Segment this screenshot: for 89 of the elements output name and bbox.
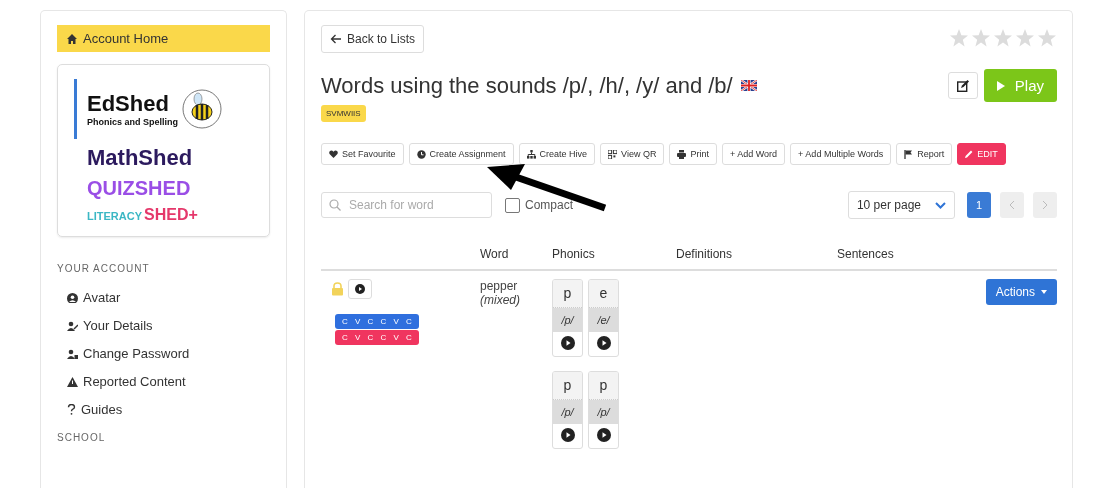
grapheme: p	[553, 372, 582, 400]
toolbar-icon	[608, 149, 618, 159]
logo-subtitle: Phonics and Spelling	[87, 117, 178, 127]
logo-title: EdShed	[87, 91, 170, 117]
menu-item-icon	[67, 376, 78, 387]
sidebar-item[interactable]: Reported Content	[57, 368, 196, 396]
star-icon	[993, 28, 1013, 48]
grapheme: e	[589, 280, 618, 308]
sidebar-item[interactable]: Your Details	[57, 312, 163, 340]
grapheme: p	[589, 372, 618, 400]
menu-item-icon	[67, 292, 78, 303]
toolbar-button[interactable]: + Add Multiple Words	[790, 143, 892, 165]
app-logo[interactable]: EdShed Phonics and Spelling	[74, 79, 253, 139]
column-header: Word	[480, 247, 552, 271]
compact-checkbox[interactable]	[505, 197, 520, 213]
list-code-badge: SVMWIIS	[321, 105, 366, 122]
search-field[interactable]: Search for word	[321, 192, 492, 218]
bee-icon	[182, 89, 222, 129]
toolbar-icon	[526, 149, 536, 159]
flag-icon	[740, 80, 757, 91]
logo-title: LITERACY	[87, 210, 142, 222]
star-icon	[971, 28, 991, 48]
phoneme: /p/	[553, 308, 582, 332]
search-icon	[329, 199, 341, 211]
chevron-icon	[1042, 200, 1048, 210]
chevron-icon	[1009, 200, 1015, 210]
toolbar-button[interactable]: Create Assignment	[408, 143, 514, 165]
star-icon	[1015, 28, 1035, 48]
play-icon[interactable]	[560, 336, 575, 350]
logo-title: SHED+	[144, 206, 198, 224]
toolbar-button[interactable]: + Add Word	[722, 143, 786, 165]
toolbar-button[interactable]: Create Hive	[518, 143, 596, 165]
app-logo[interactable]: LITERACYSHED+	[74, 206, 253, 224]
edit-button[interactable]	[947, 72, 978, 99]
toolbar-button[interactable]: Report	[896, 143, 953, 165]
phoneme: /p/	[589, 400, 618, 424]
edit-list-button[interactable]: EDIT	[957, 143, 1006, 165]
sidebar-item[interactable]: Guides	[57, 396, 133, 424]
star-icon	[1037, 28, 1057, 48]
pencil-icon	[965, 150, 974, 158]
back-button[interactable]: Back to Lists	[321, 25, 425, 53]
actions-button[interactable]: Actions	[985, 279, 1057, 305]
play-word-button[interactable]	[348, 279, 372, 299]
play-icon[interactable]	[596, 336, 611, 350]
edit-icon	[956, 79, 969, 92]
checkbox-label: Compact	[525, 198, 574, 212]
section-heading: YOUR ACCOUNT	[57, 263, 151, 274]
logo-title: MathShed	[87, 145, 193, 171]
app-logo[interactable]: QUIZSHED	[74, 177, 253, 200]
toolbar-icon	[416, 149, 426, 159]
menu-item-icon	[67, 348, 78, 359]
column-header: Sentences	[837, 247, 986, 271]
page-button[interactable]: 1	[967, 192, 991, 218]
toolbar-icon	[904, 149, 914, 159]
word-note: (mixed)	[480, 293, 521, 307]
section-heading: SCHOOL	[57, 432, 107, 443]
menu-item-icon	[67, 320, 78, 331]
toolbar-button[interactable]: Set Favourite	[321, 143, 404, 165]
logo-title: QUIZSHED	[87, 177, 191, 200]
sidebar-item[interactable]: Change Password	[57, 340, 200, 368]
arrow-left-icon	[330, 34, 342, 44]
toolbar-icon	[677, 149, 687, 159]
list-title: Words using the sounds /p/, /h/, /y/ and /b/	[321, 72, 733, 99]
lock-icon	[331, 282, 344, 296]
phoneme: /e/	[589, 308, 618, 332]
column-header: Definitions	[676, 247, 837, 271]
sidebar-item[interactable]: Avatar	[57, 284, 131, 312]
toolbar-button[interactable]: View QR	[600, 143, 665, 165]
home-icon	[67, 33, 77, 44]
phoneme: /p/	[553, 400, 582, 424]
star-icon	[949, 28, 969, 48]
word-text: pepper	[480, 279, 519, 293]
pattern-badge: C V C C V C	[335, 330, 419, 345]
grapheme: p	[553, 280, 582, 308]
play-icon	[996, 80, 1005, 91]
question-icon	[67, 404, 76, 415]
column-header: Phonics	[552, 247, 676, 271]
play-icon	[355, 284, 365, 294]
toolbar-button[interactable]: Print	[669, 143, 717, 165]
toolbar-icon	[329, 149, 338, 159]
star-rating[interactable]	[949, 28, 1057, 48]
caret-icon	[1041, 290, 1047, 294]
account-home-button[interactable]: Account Home	[57, 25, 270, 52]
per-page-dropdown[interactable]: 10 per page	[847, 191, 955, 219]
app-logo[interactable]: MathShed	[74, 145, 253, 171]
play-icon[interactable]	[596, 428, 611, 442]
pattern-badge: C V C C V C	[335, 314, 419, 329]
play-icon[interactable]	[560, 428, 575, 442]
chevron-down-icon	[935, 201, 946, 209]
